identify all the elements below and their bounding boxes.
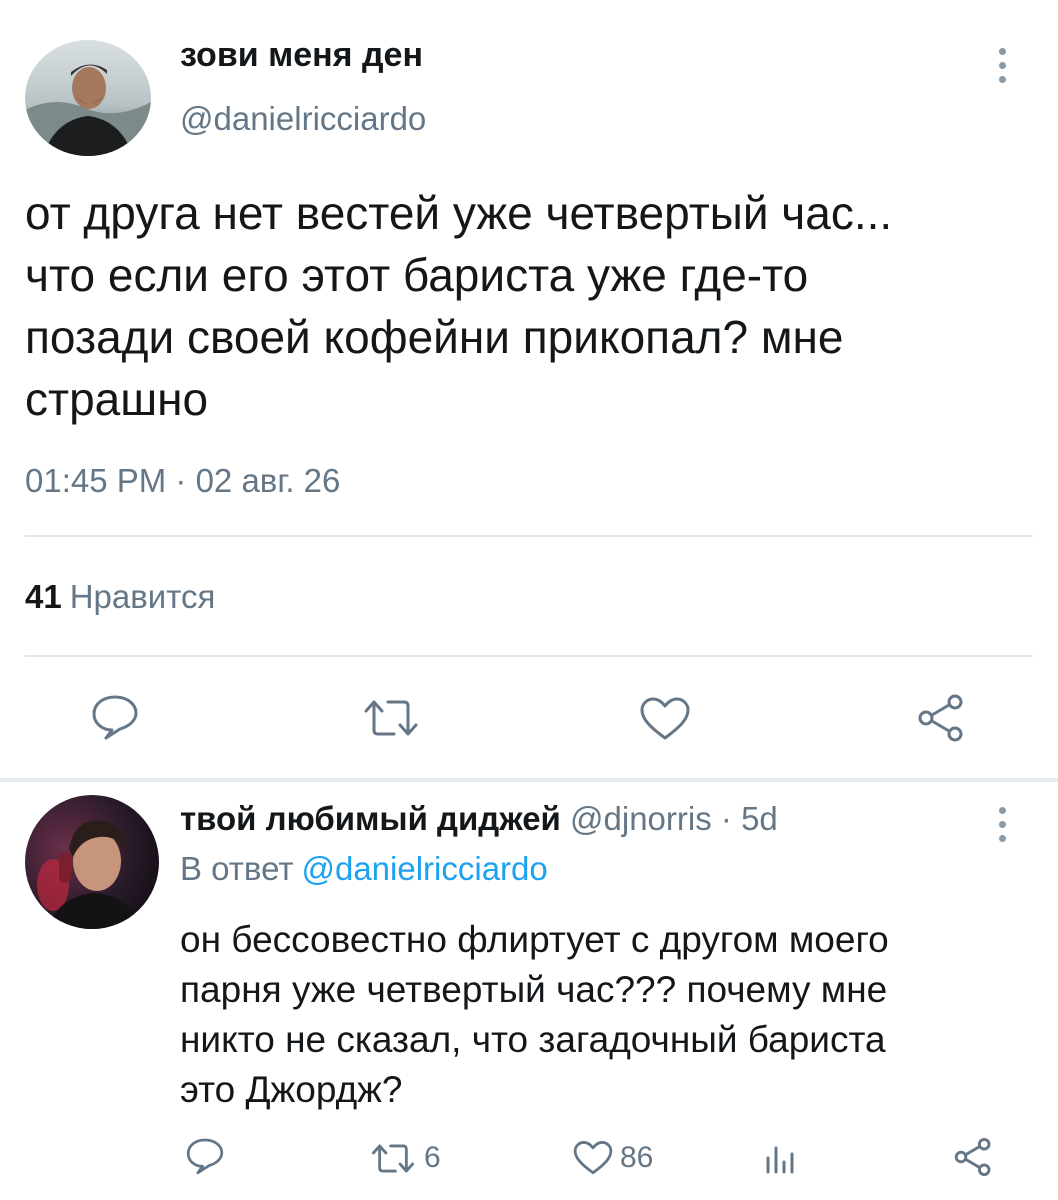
divider [25,535,1033,537]
author-name[interactable]: зови меня ден [180,36,423,75]
heart-icon[interactable] [638,696,692,742]
reply-icon[interactable] [90,693,140,741]
analytics-icon[interactable] [764,1140,796,1174]
like-count: 86 [620,1141,654,1174]
heart-icon[interactable] [572,1140,614,1176]
tweet-time[interactable]: 5d [741,800,778,837]
more-vertical-icon[interactable] [995,805,1009,845]
avatar[interactable] [25,40,151,156]
retweet-count: 6 [424,1141,441,1174]
reply-icon[interactable] [185,1136,225,1176]
author-handle[interactable]: @djnorris [570,800,712,837]
divider [25,655,1033,657]
likes-label: Нравится [69,578,216,615]
retweet-icon[interactable] [362,697,420,739]
author-name[interactable]: твой любимый диджей [180,800,561,837]
author-handle[interactable]: @danielricciardo [180,100,426,138]
reply-header: твой любимый диджей @djnorris · 5d [180,800,778,838]
share-icon[interactable] [952,1137,994,1177]
more-vertical-icon[interactable] [995,46,1009,86]
tweet-separator [0,778,1058,782]
main-tweet[interactable]: зови меня ден @danielricciardo от друга … [0,0,1058,780]
retweet-icon[interactable] [370,1142,416,1175]
likes-stat[interactable]: 41 Нравится [25,578,215,616]
tweet-thread: зови меня ден @danielricciardo от друга … [0,0,1058,1200]
avatar[interactable] [25,795,159,929]
likes-count: 41 [25,578,62,615]
tweet-text: он бессовестно флиртует с другом моего п… [180,919,889,1110]
tweet-timestamp[interactable]: 01:45 PM · 02 авг. 26 [25,462,340,500]
reply-to-line: В ответ @danielricciardo [180,850,548,888]
tweet-text: от друга нет вестей уже четвертый час...… [25,187,893,425]
reply-to-mention[interactable]: @danielricciardo [301,850,547,887]
separator-dot: · [720,800,732,837]
reply-to-prefix: В ответ [180,850,294,887]
share-icon[interactable] [915,693,967,743]
